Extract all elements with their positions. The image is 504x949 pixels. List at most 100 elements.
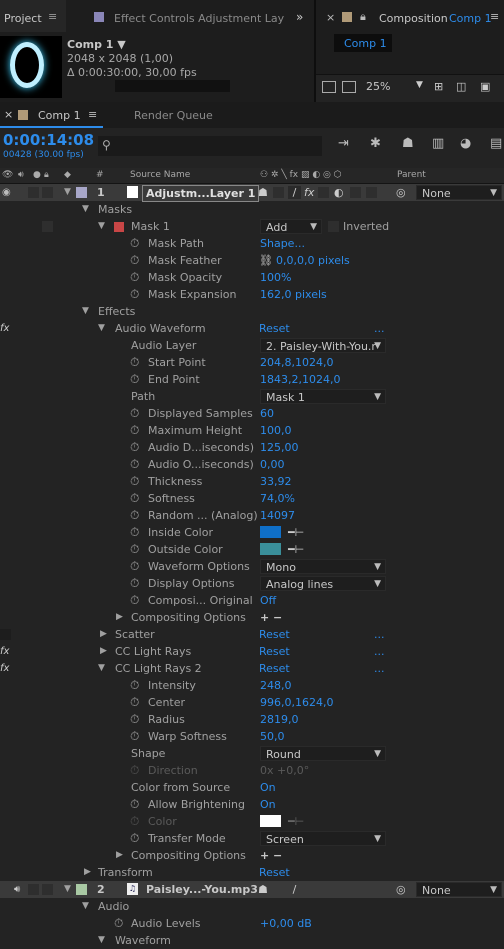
chevron-down-icon[interactable]: ▼ — [416, 80, 423, 90]
cc-light-rays-2-row[interactable]: fx ▼ CC Light Rays 2 Reset ... — [0, 660, 504, 677]
stopwatch-icon[interactable]: ⏱︎ — [130, 830, 139, 847]
outside-color-swatch[interactable] — [260, 543, 281, 555]
expand-triangle-icon[interactable]: ▼ — [82, 303, 89, 320]
scatter-row[interactable]: ▶ Scatter Reset ... — [0, 626, 504, 643]
expand-triangle-icon[interactable]: ▼ — [64, 184, 71, 201]
collapse-switch[interactable] — [273, 187, 284, 198]
fx-icon[interactable]: fx — [0, 643, 9, 660]
transfer-mode-select[interactable]: Screen ▼ — [260, 831, 386, 846]
label-icon[interactable]: ◆ — [64, 168, 71, 182]
collapse-triangle-icon[interactable]: ▶ — [100, 626, 107, 643]
eye-icon[interactable]: ◉ — [2, 184, 11, 201]
expand-triangle-icon[interactable]: ▼ — [64, 881, 71, 898]
expand-triangle-icon[interactable]: ▼ — [98, 320, 105, 337]
lock-box[interactable] — [42, 187, 53, 198]
mask-color-swatch[interactable] — [114, 222, 124, 232]
zoom-select[interactable]: 25% — [366, 80, 390, 93]
monitor-icon[interactable] — [342, 81, 356, 93]
source-name-header[interactable]: Source Name — [130, 168, 190, 182]
center-value[interactable]: 996,0,1624,0 — [260, 694, 333, 711]
panel-menu-icon[interactable]: ≡ — [490, 10, 499, 23]
fx-icon[interactable]: fx — [0, 320, 9, 337]
expand-triangle-icon[interactable]: ▼ — [98, 660, 105, 677]
waveform-options-select[interactable]: Mono ▼ — [260, 559, 386, 574]
3d-switch[interactable] — [366, 187, 377, 198]
display-options-select[interactable]: Analog lines ▼ — [260, 576, 386, 591]
thickness-value[interactable]: 33,92 — [260, 473, 292, 490]
motion-blur-switch[interactable] — [350, 187, 361, 198]
audio-layer-select[interactable]: 2. Paisley-With-You.r ▼ — [260, 338, 386, 353]
softness-value[interactable]: 74,0% — [260, 490, 295, 507]
expand-triangle-icon[interactable]: ▼ — [82, 898, 89, 915]
maximum-height-value[interactable]: 100,0 — [260, 422, 292, 439]
comp-subtab[interactable]: Comp 1 — [334, 34, 392, 52]
stopwatch-icon[interactable]: ⏱︎ — [130, 796, 139, 813]
frame-blending-icon[interactable]: ▥ — [432, 136, 444, 151]
layer-row-1[interactable]: ◉ ▼ 1 Adjustm...Layer 1 ☗ / fx ◐ ◎ None ▼ — [0, 184, 504, 202]
quality-switch-icon[interactable]: / — [288, 883, 301, 896]
warp-softness-value[interactable]: 50,0 — [260, 728, 285, 745]
stopwatch-icon[interactable]: ⏱︎ — [130, 711, 139, 728]
stopwatch-icon[interactable]: ⏱︎ — [130, 524, 139, 541]
allow-brightening-value[interactable]: On — [260, 796, 276, 813]
link-icon[interactable]: ⛓︎ — [259, 252, 273, 269]
stopwatch-icon[interactable]: ⏱︎ — [130, 575, 139, 592]
stopwatch-icon[interactable]: ⏱︎ — [130, 541, 139, 558]
random-seed-value[interactable]: 14097 — [260, 507, 295, 524]
shy-switch-icon[interactable]: ☗ — [258, 184, 268, 201]
eyedropper-icon[interactable]: ━⊢ — [288, 524, 304, 541]
lock-icon[interactable]: 🔒︎ — [360, 10, 366, 24]
stopwatch-icon[interactable]: ⏱︎ — [130, 286, 139, 303]
stopwatch-icon[interactable]: ⏱︎ — [130, 677, 139, 694]
layer-name[interactable]: Adjustm...Layer 1 — [142, 185, 260, 202]
layer-name[interactable]: Paisley...-You.mp3 — [146, 881, 258, 898]
mask-icon[interactable]: ◫ — [456, 80, 466, 93]
lock-box[interactable] — [42, 884, 53, 895]
video-switch-icon[interactable]: 👁︎ — [2, 168, 13, 182]
start-point-value[interactable]: 204,8,1024,0 — [260, 354, 333, 371]
inverted-checkbox[interactable] — [328, 221, 339, 232]
options-button[interactable]: ... — [374, 643, 385, 660]
options-button[interactable]: ... — [374, 626, 385, 643]
stopwatch-icon[interactable]: ⏱︎ — [130, 405, 139, 422]
color-from-source-value[interactable]: On — [260, 779, 276, 796]
parent-select[interactable]: None ▼ — [416, 185, 502, 200]
collapse-triangle-icon[interactable]: ▶ — [84, 864, 91, 881]
stopwatch-icon[interactable]: ⏱︎ — [130, 490, 139, 507]
frame-blend-switch[interactable] — [318, 187, 329, 198]
shy-switch-icon[interactable]: ☗ — [258, 881, 268, 898]
composite-original-value[interactable]: Off — [260, 592, 276, 609]
collapse-triangle-icon[interactable]: ▶ — [116, 609, 123, 626]
crop-icon[interactable]: ▣ — [480, 80, 490, 93]
audio-levels-value[interactable]: +0,00 dB — [260, 915, 312, 932]
mask-opacity-value[interactable]: 100% — [260, 269, 291, 286]
expand-triangle-icon[interactable]: ▼ — [98, 932, 105, 949]
always-preview-icon[interactable] — [322, 81, 336, 93]
pickwhip-icon[interactable]: ◎ — [396, 881, 406, 898]
compositing-options-row[interactable]: ▶ Compositing Options + − — [0, 847, 504, 864]
overflow-chevron-icon[interactable]: » — [296, 10, 303, 24]
mask-expansion-value[interactable]: 162,0 pixels — [260, 286, 327, 303]
stopwatch-icon[interactable]: ⏱︎ — [130, 422, 139, 439]
stopwatch-icon[interactable]: ⏱︎ — [130, 558, 139, 575]
fx-toggle-box[interactable] — [0, 629, 11, 640]
intensity-value[interactable]: 248,0 — [260, 677, 292, 694]
audio-group[interactable]: ▼ Audio — [0, 898, 504, 915]
solo-icon[interactable]: ● — [33, 168, 41, 182]
label-color[interactable] — [76, 187, 87, 198]
reset-button[interactable]: Reset — [259, 864, 290, 881]
project-tab[interactable]: Project ≡ — [0, 0, 66, 32]
stopwatch-icon[interactable]: ⏱︎ — [114, 915, 123, 932]
masks-group[interactable]: ▼ Masks — [0, 201, 504, 218]
comp-mini-flowchart-icon[interactable]: ⇥ — [338, 136, 349, 151]
effect-switch-icon[interactable]: fx — [304, 184, 314, 201]
close-icon[interactable]: × — [326, 11, 335, 24]
collapse-triangle-icon[interactable]: ▶ — [100, 643, 107, 660]
expand-triangle-icon[interactable]: ▼ — [82, 201, 89, 218]
displayed-samples-value[interactable]: 60 — [260, 405, 274, 422]
stopwatch-icon[interactable]: ⏱︎ — [130, 371, 139, 388]
reset-button[interactable]: Reset — [259, 626, 290, 643]
cc-light-rays-row[interactable]: fx ▶ CC Light Rays Reset ... — [0, 643, 504, 660]
speaker-icon[interactable]: 🔊︎ — [14, 881, 20, 898]
inside-color-swatch[interactable] — [260, 526, 281, 538]
